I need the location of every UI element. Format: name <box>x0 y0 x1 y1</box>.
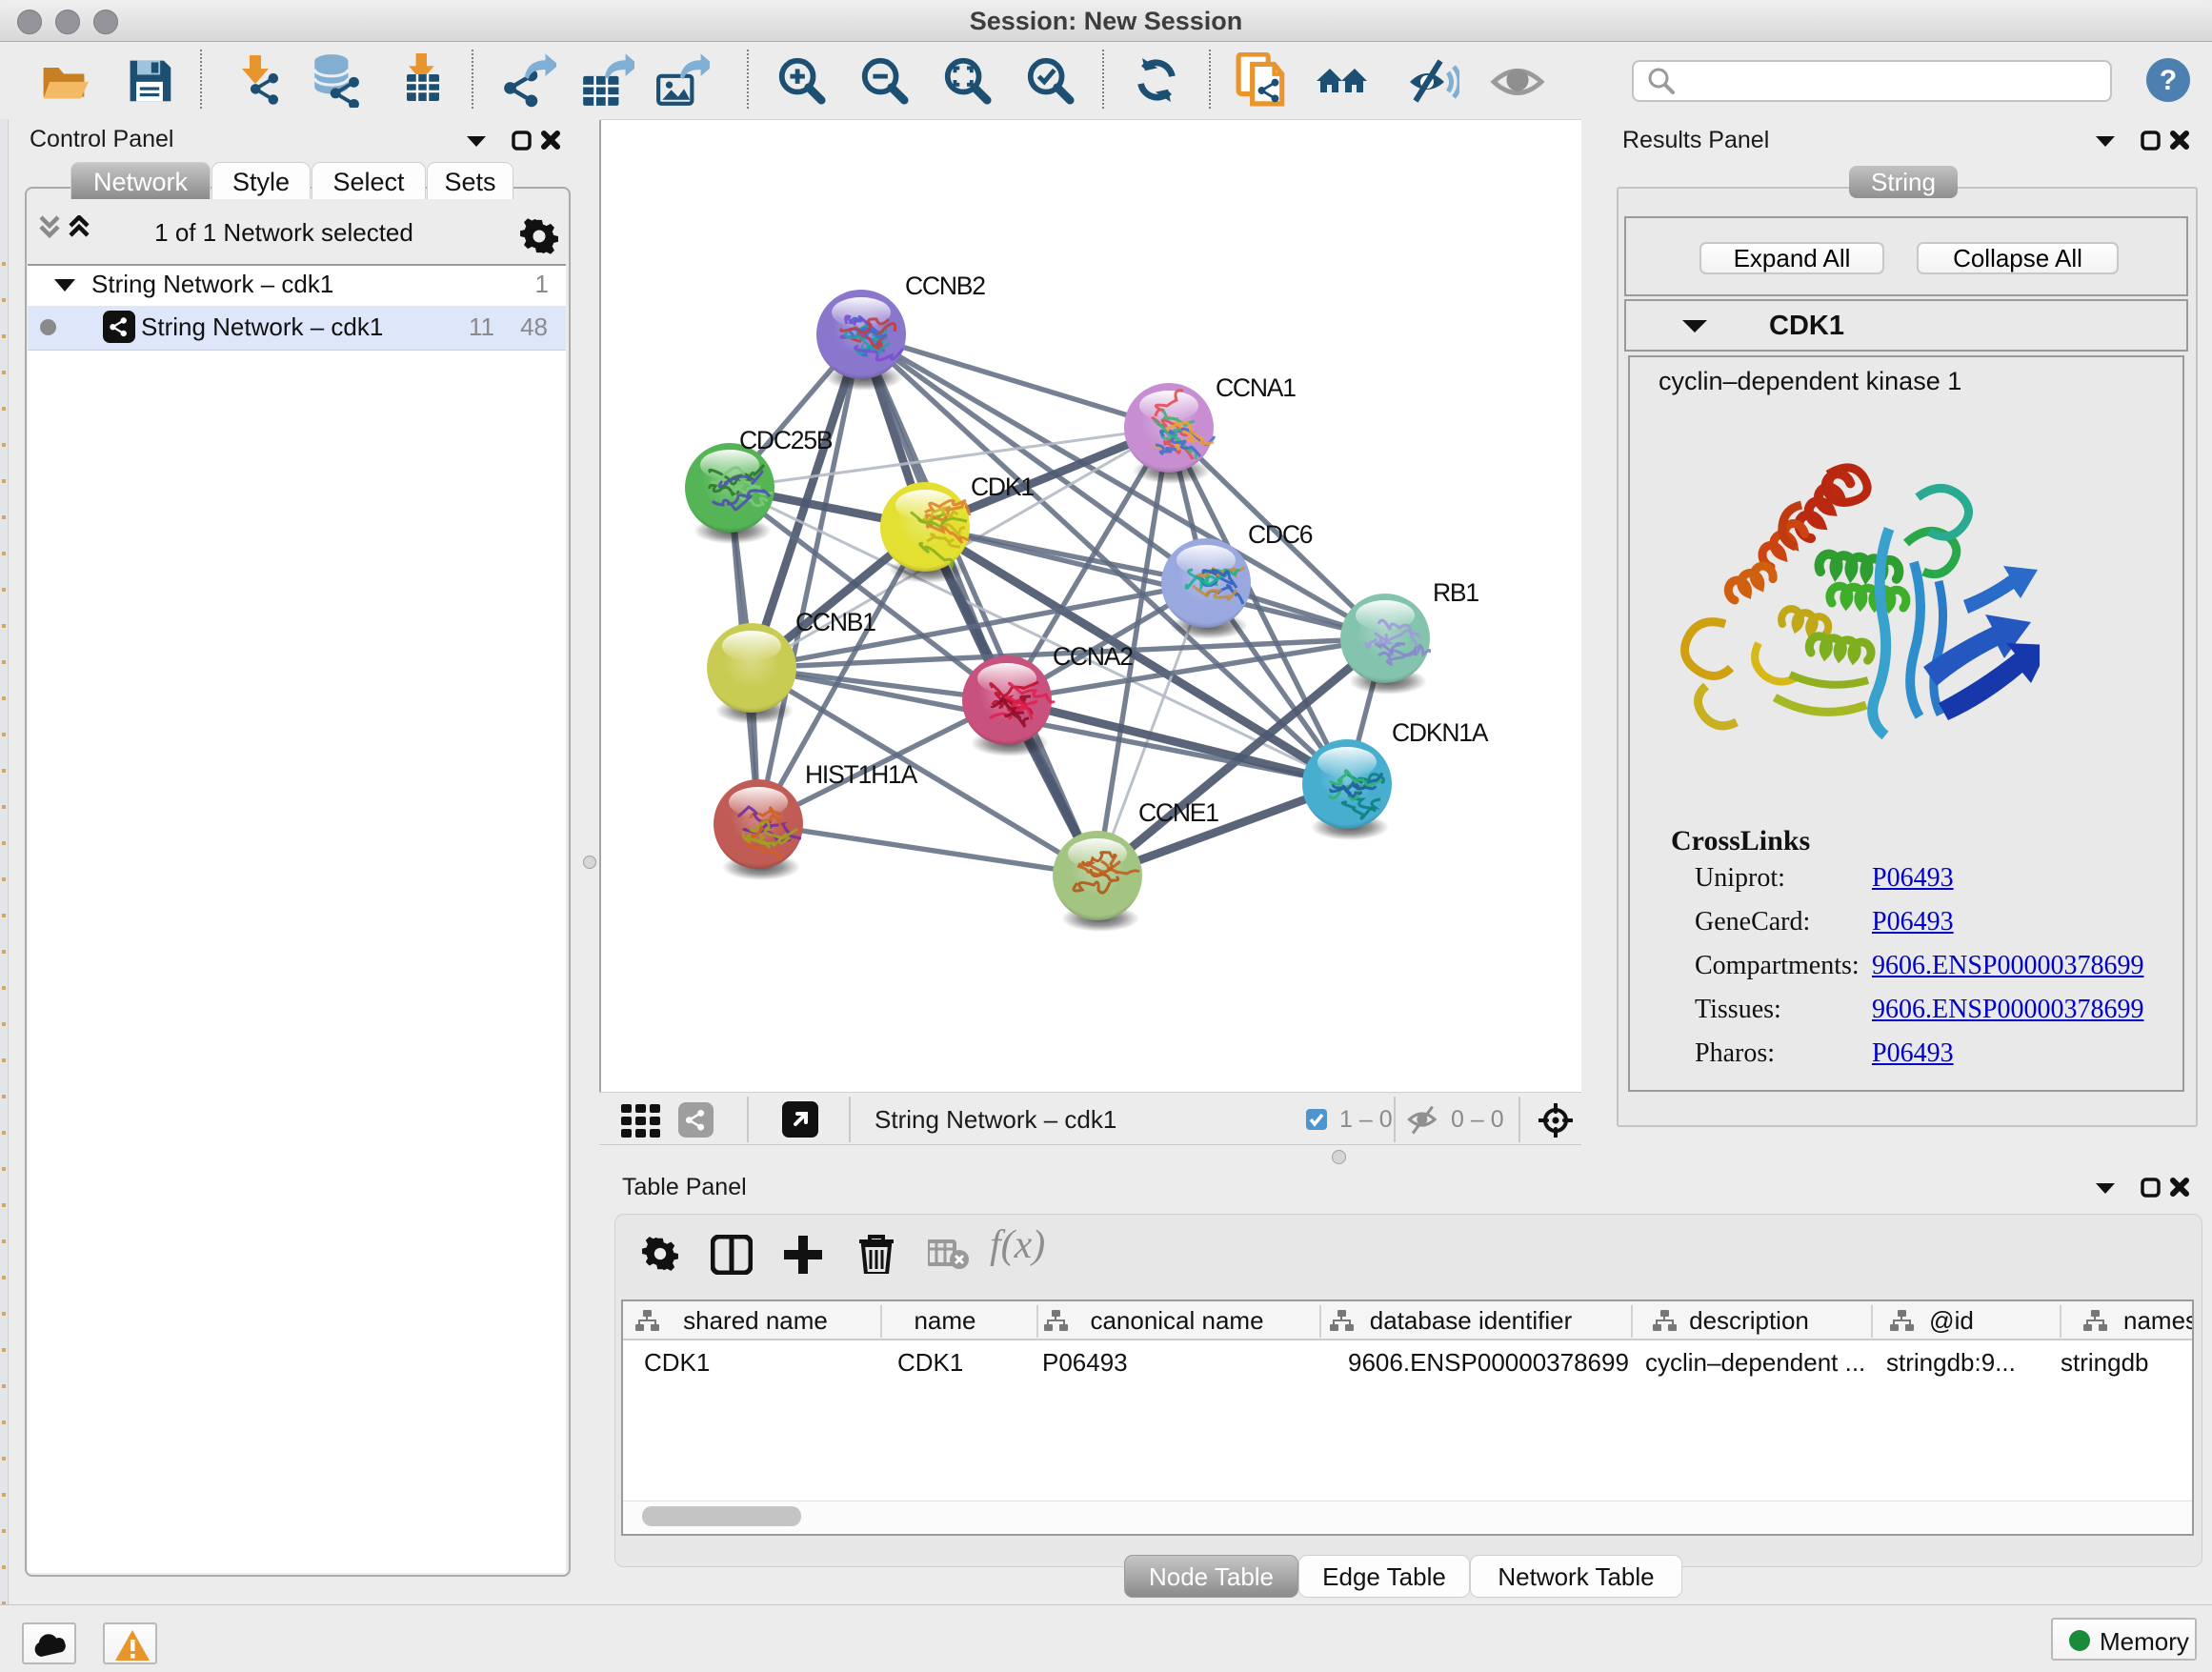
svg-text:CDKN1A: CDKN1A <box>1392 718 1489 747</box>
svg-text:CDK1: CDK1 <box>971 473 1034 501</box>
svg-text:CCNE1: CCNE1 <box>1138 798 1218 827</box>
svg-text:CCNB2: CCNB2 <box>905 272 985 300</box>
svg-text:CDC25B: CDC25B <box>739 426 833 454</box>
svg-text:RB1: RB1 <box>1433 578 1478 607</box>
svg-text:HIST1H1A: HIST1H1A <box>805 760 918 789</box>
svg-text:CCNA1: CCNA1 <box>1216 373 1296 402</box>
svg-text:CCNB1: CCNB1 <box>795 608 875 636</box>
svg-text:?: ? <box>2160 65 2177 96</box>
svg-text:CDC6: CDC6 <box>1248 520 1313 549</box>
svg-text:CCNA2: CCNA2 <box>1053 642 1133 671</box>
